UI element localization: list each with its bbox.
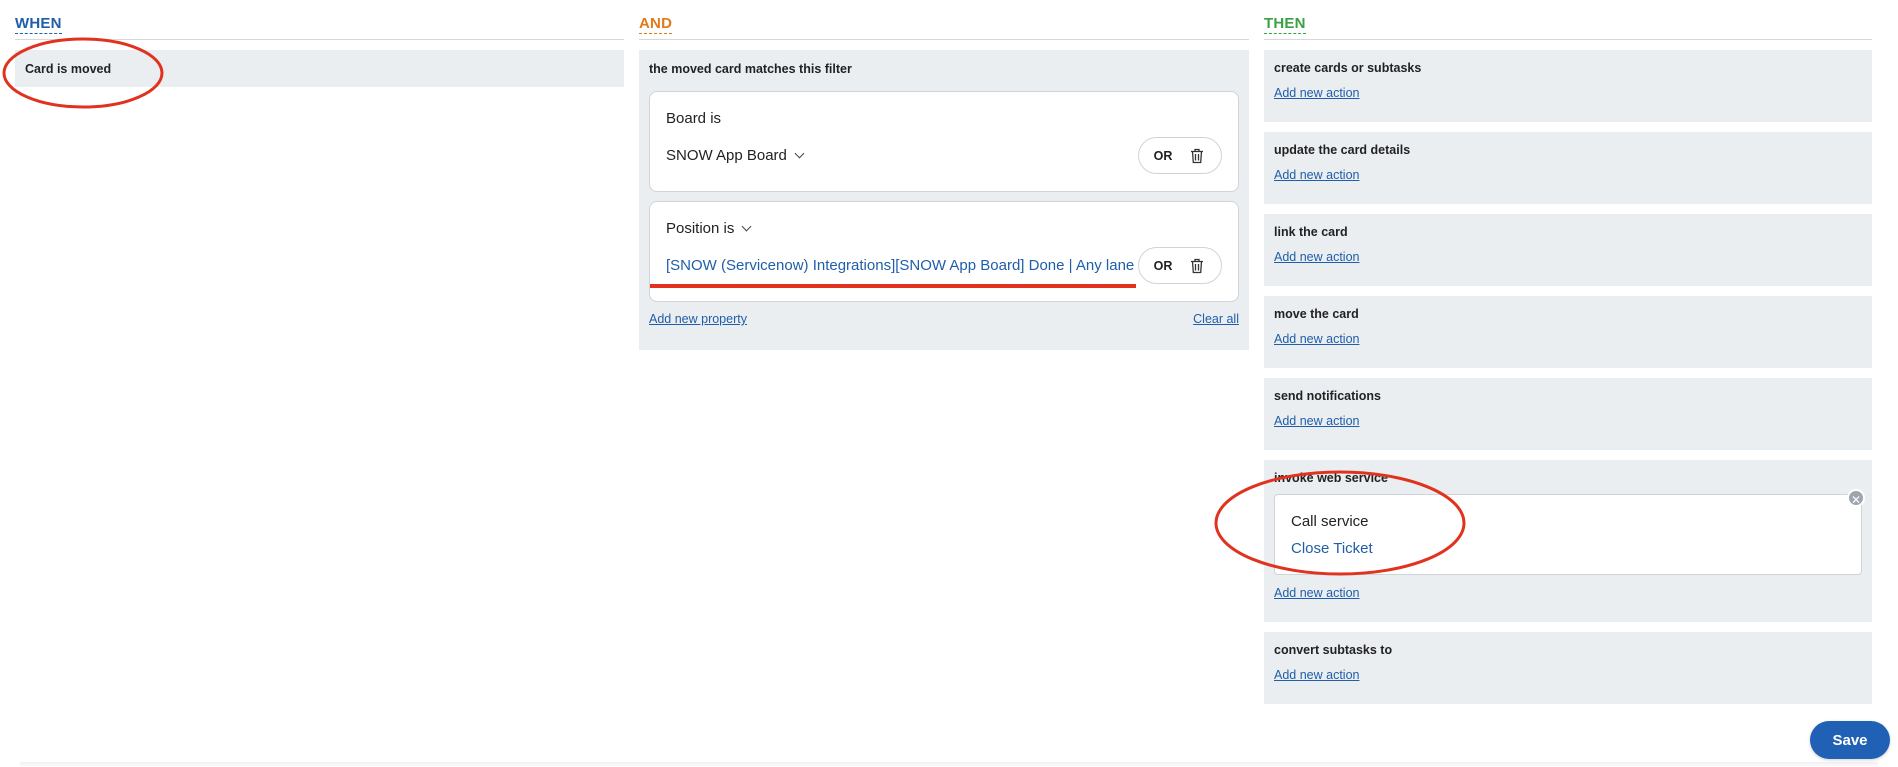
- or-button[interactable]: OR: [1139, 149, 1187, 163]
- close-icon[interactable]: ✕: [1847, 489, 1865, 507]
- action-section-move: move the card Add new action: [1264, 296, 1872, 368]
- clear-all-link[interactable]: Clear all: [1193, 312, 1239, 326]
- action-section-update: update the card details Add new action: [1264, 132, 1872, 204]
- action-section-create: create cards or subtasks Add new action: [1264, 50, 1872, 122]
- when-header: WHEN: [15, 14, 624, 40]
- section-title: create cards or subtasks: [1274, 61, 1422, 75]
- call-service-card[interactable]: Call service Close Ticket ✕: [1274, 489, 1865, 575]
- board-select[interactable]: SNOW App Board: [666, 147, 805, 164]
- then-column: THEN create cards or subtasks Add new ac…: [1264, 14, 1872, 704]
- filter-position: Position is [SNOW (Servicenow) Integrati…: [649, 201, 1239, 302]
- when-header-label: WHEN: [15, 15, 62, 34]
- or-button[interactable]: OR: [1139, 259, 1187, 273]
- filter-board: Board is SNOW App Board OR: [649, 91, 1239, 192]
- filter-panel-links: Add new property Clear all: [649, 312, 1239, 326]
- action-section-convert: convert subtasks to Add new action: [1264, 632, 1872, 704]
- section-title: move the card: [1274, 307, 1359, 321]
- or-delete-pill: OR: [1138, 137, 1222, 174]
- add-action-link[interactable]: Add new action: [1274, 414, 1359, 428]
- position-value-link[interactable]: [SNOW (Servicenow) Integrations][SNOW Ap…: [666, 257, 1134, 274]
- filter-panel: the moved card matches this filter Board…: [639, 50, 1249, 350]
- action-section-invoke: invoke web service Call service Close Ti…: [1264, 460, 1872, 622]
- chevron-down-icon: [794, 148, 805, 159]
- and-header-label: AND: [639, 15, 673, 34]
- or-delete-pill: OR: [1138, 247, 1222, 284]
- section-title: convert subtasks to: [1274, 643, 1393, 657]
- filter-panel-title: the moved card matches this filter: [649, 62, 852, 76]
- add-action-link[interactable]: Add new action: [1274, 250, 1359, 264]
- board-select-value: SNOW App Board: [666, 147, 787, 164]
- bottom-shadow: [20, 762, 1878, 767]
- chevron-down-icon: [741, 221, 752, 232]
- action-section-notify: send notifications Add new action: [1264, 378, 1872, 450]
- and-column: AND the moved card matches this filter B…: [639, 14, 1249, 350]
- trash-icon[interactable]: [1187, 256, 1207, 276]
- trash-icon[interactable]: [1187, 146, 1207, 166]
- then-header: THEN: [1264, 14, 1872, 40]
- then-header-label: THEN: [1264, 15, 1306, 34]
- service-value-link[interactable]: Close Ticket: [1291, 540, 1845, 557]
- section-title: link the card: [1274, 225, 1348, 239]
- section-title: update the card details: [1274, 143, 1411, 157]
- add-property-link[interactable]: Add new property: [649, 312, 747, 326]
- trigger-label: Card is moved: [25, 62, 112, 76]
- add-action-link[interactable]: Add new action: [1274, 168, 1359, 182]
- filter-position-label: Position is: [666, 220, 735, 237]
- call-service-label: Call service: [1291, 513, 1369, 530]
- add-action-link[interactable]: Add new action: [1274, 86, 1359, 100]
- when-column: WHEN Card is moved: [15, 14, 624, 87]
- add-action-link[interactable]: Add new action: [1274, 332, 1359, 346]
- add-action-link[interactable]: Add new action: [1274, 668, 1359, 682]
- action-section-link: link the card Add new action: [1264, 214, 1872, 286]
- position-select[interactable]: Position is: [666, 220, 752, 237]
- section-title: invoke web service: [1274, 471, 1388, 485]
- filter-board-label: Board is: [666, 110, 722, 127]
- trigger-card[interactable]: Card is moved: [15, 50, 624, 87]
- save-button[interactable]: Save: [1810, 721, 1890, 759]
- add-action-link[interactable]: Add new action: [1274, 586, 1359, 600]
- section-title: send notifications: [1274, 389, 1381, 403]
- and-header: AND: [639, 14, 1249, 40]
